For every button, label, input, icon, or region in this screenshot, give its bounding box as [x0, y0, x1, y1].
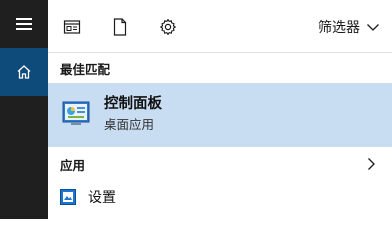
- document-icon: [113, 18, 127, 36]
- best-match-title: 控制面板: [104, 96, 162, 112]
- home-button[interactable]: [0, 48, 48, 96]
- documents-scope-button[interactable]: [110, 17, 130, 37]
- home-icon: [17, 65, 31, 79]
- scope-toolbar: 筛选器: [48, 0, 392, 53]
- apps-scope-button[interactable]: [62, 17, 82, 37]
- gear-icon: [160, 18, 176, 36]
- best-match-result[interactable]: 控制面板 桌面应用: [48, 83, 392, 147]
- hamburger-menu-icon: [16, 18, 32, 30]
- apps-section-header[interactable]: 应用: [48, 149, 392, 179]
- apps-icon: [63, 20, 81, 34]
- best-match-text: 控制面板 桌面应用: [104, 95, 162, 134]
- result-label: 设置: [88, 190, 116, 206]
- filter-label: 筛选器: [318, 20, 360, 36]
- filter-dropdown[interactable]: 筛选器: [318, 15, 380, 39]
- best-match-subtitle: 桌面应用: [104, 117, 155, 132]
- apps-heading: 应用: [60, 157, 86, 173]
- search-results-panel: 筛选器 最佳匹配 控制面板 桌面应用 应用 设置: [48, 0, 392, 219]
- chevron-right-icon: [368, 158, 375, 170]
- settings-app-icon: [60, 189, 76, 205]
- best-match-heading: 最佳匹配: [60, 61, 111, 77]
- left-rail: [0, 0, 48, 219]
- menu-button[interactable]: [0, 0, 48, 48]
- control-panel-icon: [62, 101, 90, 125]
- result-item-settings[interactable]: 设置: [48, 179, 392, 215]
- search-flyout: 筛选器 最佳匹配 控制面板 桌面应用 应用 设置: [0, 0, 392, 219]
- settings-scope-button[interactable]: [158, 17, 178, 37]
- chevron-down-icon: [367, 24, 379, 31]
